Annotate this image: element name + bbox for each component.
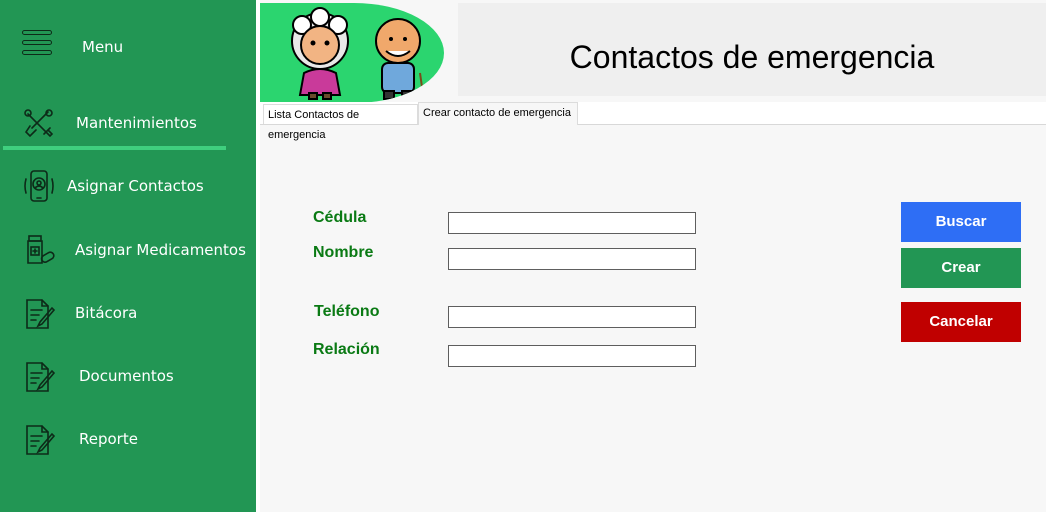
crear-button[interactable]: Crear <box>901 248 1021 288</box>
sidebar-item-documentos[interactable]: Documentos <box>0 353 256 397</box>
sidebar-item-asignar-medicamentos[interactable]: Asignar Medicamentos <box>0 227 256 271</box>
menu-label: Menu <box>82 38 124 56</box>
sidebar-item-label: Documentos <box>79 367 174 385</box>
sidebar-item-label: Mantenimientos <box>76 114 197 132</box>
sidebar-active-indicator <box>3 146 226 150</box>
cedula-input[interactable] <box>448 212 696 234</box>
medicine-icon <box>27 235 55 264</box>
relacion-label: Relación <box>313 341 380 358</box>
tab-crear-contacto[interactable]: Crear contacto de emergencia <box>418 102 578 125</box>
sidebar-item-mantenimientos[interactable]: Mantenimientos <box>0 100 256 144</box>
document-pen-icon <box>26 425 56 455</box>
sidebar-item-label: Reporte <box>79 430 138 448</box>
sidebar-item-label: Asignar Contactos <box>67 177 204 195</box>
nombre-input[interactable] <box>448 248 696 270</box>
document-pen-icon <box>26 362 56 392</box>
hamburger-menu-icon[interactable] <box>22 30 52 55</box>
sidebar-item-bitacora[interactable]: Bitácora <box>0 290 256 334</box>
sidebar-item-label: Bitácora <box>75 304 138 322</box>
main-panel: Contactos de emergencia Lista Contactos … <box>260 0 1046 512</box>
telefono-input[interactable] <box>448 306 696 328</box>
cancelar-button[interactable]: Cancelar <box>901 302 1021 342</box>
buscar-button[interactable]: Buscar <box>901 202 1021 242</box>
cedula-label: Cédula <box>313 209 367 226</box>
sidebar: Menu Mantenimientos Asignar Contactos As… <box>0 0 256 512</box>
header: Contactos de emergencia <box>458 3 1046 96</box>
tab-bar: Lista Contactos de emergencia Crear cont… <box>260 102 1046 141</box>
relacion-input[interactable] <box>448 345 696 367</box>
document-pen-icon <box>26 299 56 329</box>
sidebar-item-label: Asignar Medicamentos <box>75 241 246 259</box>
telefono-label: Teléfono <box>314 303 380 320</box>
nombre-label: Nombre <box>313 244 374 261</box>
tab-lista-contactos[interactable]: Lista Contactos de emergencia <box>263 104 418 141</box>
page-title: Contactos de emergencia <box>569 39 935 75</box>
sidebar-item-reporte[interactable]: Reporte <box>0 416 256 460</box>
tools-icon <box>24 109 54 138</box>
elderly-couple-logo <box>260 3 444 103</box>
sidebar-item-asignar-contactos[interactable]: Asignar Contactos <box>0 163 256 207</box>
phone-contact-icon <box>24 170 54 202</box>
